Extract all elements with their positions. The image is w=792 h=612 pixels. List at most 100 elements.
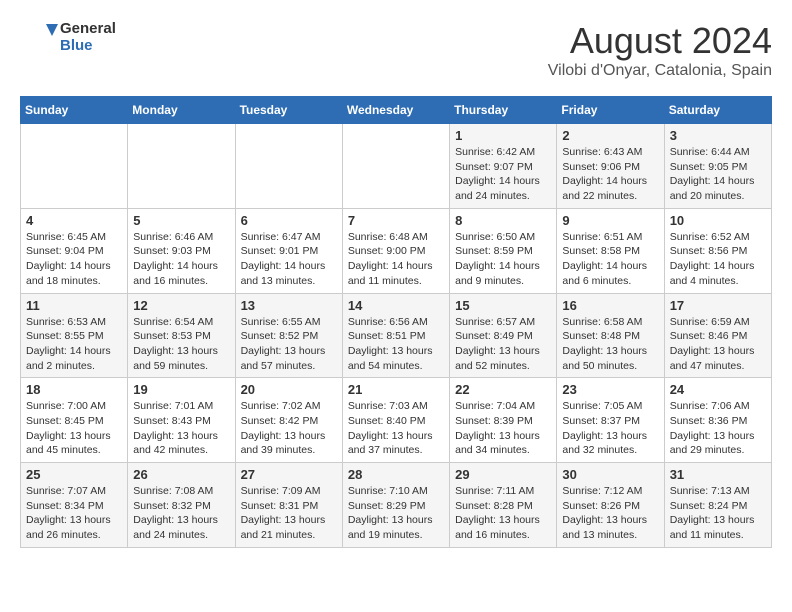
day-cell: 19 Sunrise: 7:01 AM Sunset: 8:43 PM Dayli… [128, 378, 235, 463]
day-info: Sunrise: 6:52 AM Sunset: 8:56 PM Dayligh… [670, 230, 766, 289]
day-info: Sunrise: 6:51 AM Sunset: 8:58 PM Dayligh… [562, 230, 658, 289]
day-cell: 3 Sunrise: 6:44 AM Sunset: 9:05 PM Daylig… [664, 124, 771, 209]
day-number: 17 [670, 298, 766, 313]
day-cell: 18 Sunrise: 7:00 AM Sunset: 8:45 PM Dayli… [21, 378, 128, 463]
week-row-4: 18 Sunrise: 7:00 AM Sunset: 8:45 PM Dayli… [21, 378, 772, 463]
day-cell: 2 Sunrise: 6:43 AM Sunset: 9:06 PM Daylig… [557, 124, 664, 209]
day-cell: 10 Sunrise: 6:52 AM Sunset: 8:56 PM Dayli… [664, 208, 771, 293]
day-number: 9 [562, 213, 658, 228]
day-info: Sunrise: 7:12 AM Sunset: 8:26 PM Dayligh… [562, 484, 658, 543]
day-info: Sunrise: 6:44 AM Sunset: 9:05 PM Dayligh… [670, 145, 766, 204]
day-info: Sunrise: 6:45 AM Sunset: 9:04 PM Dayligh… [26, 230, 122, 289]
day-number: 29 [455, 467, 551, 482]
day-cell: 8 Sunrise: 6:50 AM Sunset: 8:59 PM Daylig… [450, 208, 557, 293]
calendar-table: SundayMondayTuesdayWednesdayThursdayFrid… [20, 96, 772, 548]
day-number: 7 [348, 213, 444, 228]
day-cell: 30 Sunrise: 7:12 AM Sunset: 8:26 PM Dayli… [557, 463, 664, 548]
week-row-5: 25Sunrise: 7:07 AM Sunset: 8:34 PM Dayli… [21, 463, 772, 548]
logo-icon [20, 20, 58, 58]
day-info: Sunrise: 7:01 AM Sunset: 8:43 PM Dayligh… [133, 399, 229, 458]
day-info: Sunrise: 7:00 AM Sunset: 8:45 PM Dayligh… [26, 399, 122, 458]
day-cell: 31Sunrise: 7:13 AM Sunset: 8:24 PM Dayli… [664, 463, 771, 548]
day-number: 1 [455, 128, 551, 143]
day-info: Sunrise: 6:56 AM Sunset: 8:51 PM Dayligh… [348, 315, 444, 374]
day-info: Sunrise: 7:02 AM Sunset: 8:42 PM Dayligh… [241, 399, 337, 458]
day-cell: 6 Sunrise: 6:47 AM Sunset: 9:01 PM Daylig… [235, 208, 342, 293]
logo: General Blue [20, 20, 116, 58]
day-info: Sunrise: 7:04 AM Sunset: 8:39 PM Dayligh… [455, 399, 551, 458]
day-number: 16 [562, 298, 658, 313]
day-info: Sunrise: 6:59 AM Sunset: 8:46 PM Dayligh… [670, 315, 766, 374]
logo-text-general: General [60, 20, 116, 37]
day-cell: 4 Sunrise: 6:45 AM Sunset: 9:04 PM Daylig… [21, 208, 128, 293]
day-number: 24 [670, 382, 766, 397]
day-cell: 15Sunrise: 6:57 AM Sunset: 8:49 PM Dayli… [450, 293, 557, 378]
title-area: August 2024 Vilobi d'Onyar, Catalonia, S… [548, 20, 772, 80]
day-info: Sunrise: 7:03 AM Sunset: 8:40 PM Dayligh… [348, 399, 444, 458]
day-number: 10 [670, 213, 766, 228]
day-cell: 22Sunrise: 7:04 AM Sunset: 8:39 PM Dayli… [450, 378, 557, 463]
day-number: 14 [348, 298, 444, 313]
day-cell: 25Sunrise: 7:07 AM Sunset: 8:34 PM Dayli… [21, 463, 128, 548]
day-info: Sunrise: 6:54 AM Sunset: 8:53 PM Dayligh… [133, 315, 229, 374]
day-header-thursday: Thursday [450, 97, 557, 124]
day-number: 30 [562, 467, 658, 482]
day-cell [21, 124, 128, 209]
day-number: 5 [133, 213, 229, 228]
days-header-row: SundayMondayTuesdayWednesdayThursdayFrid… [21, 97, 772, 124]
day-header-saturday: Saturday [664, 97, 771, 124]
day-number: 20 [241, 382, 337, 397]
location-subtitle: Vilobi d'Onyar, Catalonia, Spain [548, 62, 772, 80]
day-info: Sunrise: 6:58 AM Sunset: 8:48 PM Dayligh… [562, 315, 658, 374]
day-cell [128, 124, 235, 209]
day-info: Sunrise: 6:50 AM Sunset: 8:59 PM Dayligh… [455, 230, 551, 289]
day-cell: 12 Sunrise: 6:54 AM Sunset: 8:53 PM Dayli… [128, 293, 235, 378]
day-info: Sunrise: 6:47 AM Sunset: 9:01 PM Dayligh… [241, 230, 337, 289]
day-cell: 27Sunrise: 7:09 AM Sunset: 8:31 PM Dayli… [235, 463, 342, 548]
day-cell: 14 Sunrise: 6:56 AM Sunset: 8:51 PM Dayli… [342, 293, 449, 378]
day-info: Sunrise: 7:11 AM Sunset: 8:28 PM Dayligh… [455, 484, 551, 543]
day-cell: 29 Sunrise: 7:11 AM Sunset: 8:28 PM Dayli… [450, 463, 557, 548]
day-info: Sunrise: 6:55 AM Sunset: 8:52 PM Dayligh… [241, 315, 337, 374]
logo-text-blue: Blue [60, 37, 116, 54]
day-cell: 9 Sunrise: 6:51 AM Sunset: 8:58 PM Daylig… [557, 208, 664, 293]
day-info: Sunrise: 7:07 AM Sunset: 8:34 PM Dayligh… [26, 484, 122, 543]
day-number: 21 [348, 382, 444, 397]
day-info: Sunrise: 7:06 AM Sunset: 8:36 PM Dayligh… [670, 399, 766, 458]
day-number: 6 [241, 213, 337, 228]
day-number: 12 [133, 298, 229, 313]
day-info: Sunrise: 7:09 AM Sunset: 8:31 PM Dayligh… [241, 484, 337, 543]
day-cell: 7 Sunrise: 6:48 AM Sunset: 9:00 PM Daylig… [342, 208, 449, 293]
day-number: 4 [26, 213, 122, 228]
day-cell: 24 Sunrise: 7:06 AM Sunset: 8:36 PM Dayli… [664, 378, 771, 463]
day-number: 26 [133, 467, 229, 482]
week-row-2: 4 Sunrise: 6:45 AM Sunset: 9:04 PM Daylig… [21, 208, 772, 293]
day-number: 31 [670, 467, 766, 482]
day-number: 11 [26, 298, 122, 313]
day-number: 3 [670, 128, 766, 143]
day-info: Sunrise: 7:08 AM Sunset: 8:32 PM Dayligh… [133, 484, 229, 543]
header: General Blue August 2024 Vilobi d'Onyar,… [20, 20, 772, 80]
day-cell: 5Sunrise: 6:46 AM Sunset: 9:03 PM Daylig… [128, 208, 235, 293]
day-cell [342, 124, 449, 209]
day-header-wednesday: Wednesday [342, 97, 449, 124]
week-row-3: 11 Sunrise: 6:53 AM Sunset: 8:55 PM Dayli… [21, 293, 772, 378]
day-number: 18 [26, 382, 122, 397]
day-number: 19 [133, 382, 229, 397]
day-cell: 1 Sunrise: 6:42 AM Sunset: 9:07 PM Daylig… [450, 124, 557, 209]
day-info: Sunrise: 7:05 AM Sunset: 8:37 PM Dayligh… [562, 399, 658, 458]
day-info: Sunrise: 6:48 AM Sunset: 9:00 PM Dayligh… [348, 230, 444, 289]
day-cell: 23Sunrise: 7:05 AM Sunset: 8:37 PM Dayli… [557, 378, 664, 463]
day-cell: 20 Sunrise: 7:02 AM Sunset: 8:42 PM Dayli… [235, 378, 342, 463]
day-info: Sunrise: 7:10 AM Sunset: 8:29 PM Dayligh… [348, 484, 444, 543]
day-cell: 26 Sunrise: 7:08 AM Sunset: 8:32 PM Dayli… [128, 463, 235, 548]
day-number: 28 [348, 467, 444, 482]
day-number: 8 [455, 213, 551, 228]
day-info: Sunrise: 6:42 AM Sunset: 9:07 PM Dayligh… [455, 145, 551, 204]
day-info: Sunrise: 6:43 AM Sunset: 9:06 PM Dayligh… [562, 145, 658, 204]
month-title: August 2024 [548, 20, 772, 62]
day-number: 2 [562, 128, 658, 143]
day-info: Sunrise: 6:53 AM Sunset: 8:55 PM Dayligh… [26, 315, 122, 374]
day-number: 15 [455, 298, 551, 313]
day-cell [235, 124, 342, 209]
